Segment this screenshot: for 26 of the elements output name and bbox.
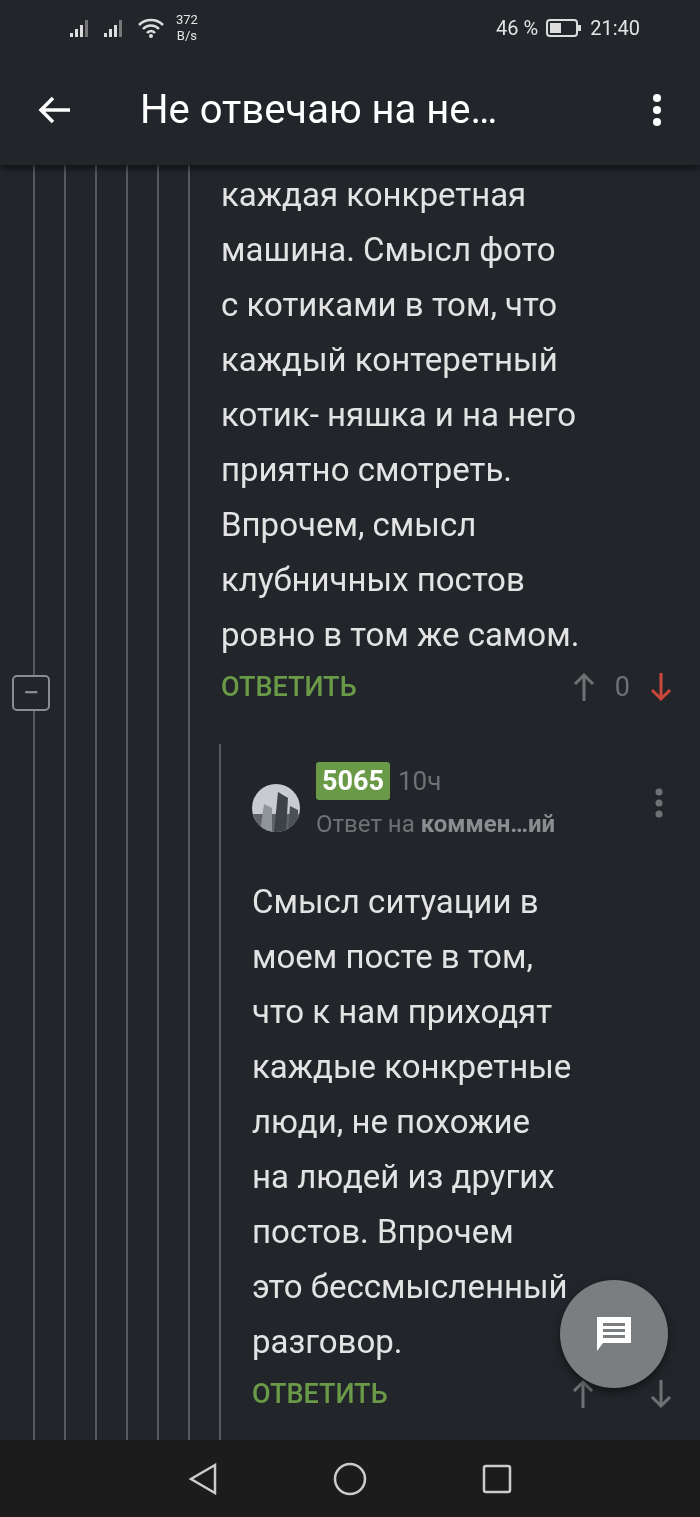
home-nav-icon[interactable] [333, 1461, 367, 1496]
screen-title: Не отвечаю на не… [140, 85, 499, 135]
network-speed-unit: B/s [176, 27, 198, 44]
comment-text: Смысл ситуации в моем посте в том, что к нам приходят каждые конкретные люди, не похожие на людей из других постов. Впрочем это бессмысленный разговор. [252, 881, 572, 1363]
battery-icon [546, 17, 583, 38]
collapse-button[interactable]: − [12, 675, 50, 711]
back-arrow-icon [38, 95, 72, 125]
reply-to-label: Ответ на коммен…ий [316, 809, 556, 840]
back-nav-icon[interactable] [187, 1462, 218, 1495]
rating-badge: 5065 [316, 762, 390, 800]
upvote-arrow-icon[interactable] [572, 672, 595, 702]
reply-button[interactable]: ОТВЕТИТЬ [221, 666, 357, 708]
wifi-icon [138, 17, 164, 38]
chat-icon [594, 1315, 634, 1353]
network-speed: 372 [176, 11, 198, 28]
comment-time: 10ч [397, 764, 442, 798]
comment-text: каждая конкретная машина. Смысл фото с котиками в том, что каждый контеретный котик- няшка и на него приятно смотреть. Впрочем, смысл клубничных постов ровно в том же самом. [221, 174, 581, 656]
more-options-icon[interactable] [652, 93, 662, 127]
reply-button[interactable]: ОТВЕТИТЬ [252, 1373, 388, 1415]
battery-percent: 46 % [496, 14, 539, 42]
downvote-arrow-icon[interactable] [650, 1379, 672, 1409]
downvote-arrow-icon[interactable] [650, 672, 672, 702]
upvote-arrow-icon[interactable] [572, 1379, 594, 1409]
clock: 21:40 [590, 14, 640, 42]
vote-score: 0 [614, 669, 630, 705]
recents-nav-icon[interactable] [482, 1463, 513, 1494]
